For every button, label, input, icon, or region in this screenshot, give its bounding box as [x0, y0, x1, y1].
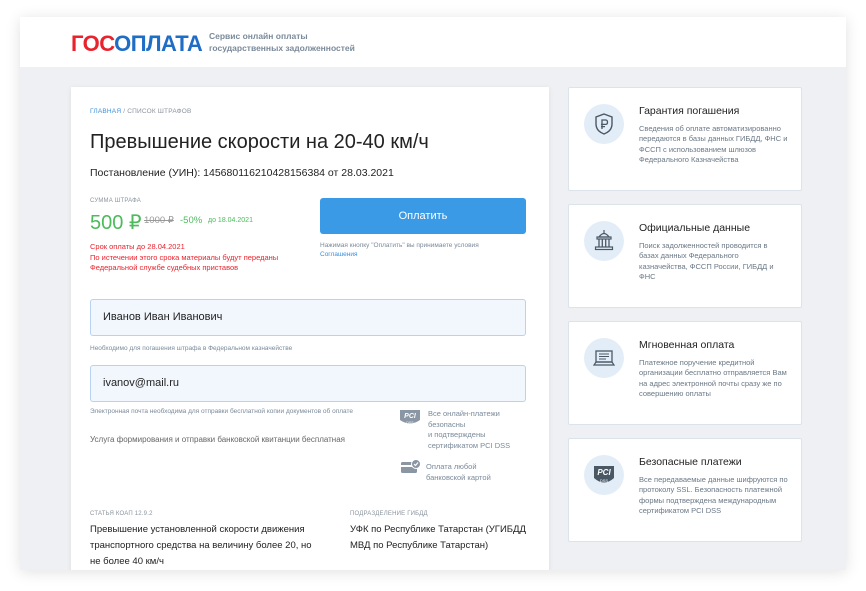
discount-until-date: до 18.04.2021	[208, 217, 253, 224]
pci-security-note: Все онлайн-платежи безопасны и подтвержд…	[428, 409, 528, 451]
svg-text:DSS: DSS	[600, 478, 609, 483]
feature-title: Официальные данные	[639, 222, 751, 234]
pci-dss-icon: PCI DSS	[400, 410, 420, 425]
pci-note-line-2: безопасны	[428, 419, 466, 429]
feature-card-official-data: Официальные данные Поиск задолженностей …	[568, 204, 802, 308]
email-hint: Электронная почта необходима для отправк…	[90, 408, 353, 415]
site-header: ГОСОПЛАТА Сервис онлайн оплаты государст…	[20, 17, 846, 67]
pci-note-line-1: Все онлайн-платежи	[428, 409, 500, 418]
feature-title: Мгновенная оплата	[639, 339, 735, 351]
card-payment-note: Оплата любой банковской картой	[426, 462, 526, 483]
feature-icon-circle	[584, 338, 624, 378]
article-label: СТАТЬЯ КОАП 12.9.2	[90, 511, 153, 517]
full-name-input[interactable]: Иванов Иван Иванович	[90, 299, 526, 336]
logo-part-oplata: ОПЛАТА	[114, 31, 203, 56]
feature-title: Гарантия погашения	[639, 105, 740, 117]
feature-title: Безопасные платежи	[639, 456, 742, 468]
full-name-hint: Необходимо для погашения штрафа в Федера…	[90, 345, 293, 352]
pci-note-line-4: сертификатом PCI DSS	[428, 440, 511, 450]
card-note-line-1: Оплата любой	[426, 462, 477, 471]
deadline-line-1: Срок оплаты до 28.04.2021	[90, 242, 185, 251]
pay-button[interactable]: Оплатить	[320, 198, 526, 234]
breadcrumb-home-link[interactable]: ГЛАВНАЯ	[90, 108, 121, 115]
feature-description: Платежное поручение кредитной организаци…	[639, 358, 787, 398]
feature-icon-circle	[584, 104, 624, 144]
resolution-number: Постановление (УИН): 1456801162104281563…	[90, 167, 394, 179]
laptop-document-icon	[592, 350, 616, 366]
fine-old-price: 1000 ₽	[144, 215, 174, 226]
department-text: УФК по Республике Татарстан (УГИБДД МВД …	[350, 524, 526, 551]
site-logo[interactable]: ГОСОПЛАТА	[71, 31, 203, 57]
feature-card-secure-payments: PCI DSS Безопасные платежи Все передавае…	[568, 438, 802, 542]
page-frame: ГОСОПЛАТА Сервис онлайн оплаты государст…	[20, 17, 846, 570]
pay-terms-text: Нажимая кнопку "Оплатить" вы принимаете …	[320, 242, 479, 249]
fine-sum-label: СУММА ШТРАФА	[90, 198, 142, 204]
email-input[interactable]: ivanov@mail.ru	[90, 365, 526, 402]
svg-text:DSS: DSS	[406, 421, 414, 425]
deadline-line-3: Федеральной службе судебных приставов	[90, 263, 239, 272]
site-tagline: Сервис онлайн оплаты государственных зад…	[209, 31, 355, 54]
deadline-line-2: По истечении этого срока материалы будут…	[90, 252, 279, 262]
pci-dss-icon: PCI DSS	[594, 466, 614, 483]
payment-deadline-warning: Срок оплаты до 28.04.2021 По истечении э…	[90, 242, 320, 274]
pay-terms-note: Нажимая кнопку "Оплатить" вы принимаете …	[320, 241, 530, 259]
breadcrumb: ГЛАВНАЯ / СПИСОК ШТРАФОВ	[90, 108, 192, 115]
svg-text:PCI: PCI	[597, 468, 611, 477]
free-receipt-note: Услуга формирования и отправки банковско…	[90, 435, 346, 444]
card-note-line-2: банковской картой	[426, 472, 491, 482]
agreement-link[interactable]: Соглашения	[320, 250, 530, 259]
pci-note-line-3: и подтверждены	[428, 430, 486, 439]
article-text: Превышение установленной скорости движен…	[90, 524, 312, 567]
feature-icon-circle: PCI DSS	[584, 455, 624, 495]
breadcrumb-current: СПИСОК ШТРАФОВ	[127, 108, 192, 115]
page-title: Превышение скорости на 20-40 км/ч	[90, 131, 429, 153]
feature-description: Поиск задолженностей проводится в базах …	[639, 241, 774, 281]
tagline-line-2: государственных задолженностей	[209, 42, 355, 53]
feature-card-guarantee: Гарантия погашения Сведения об оплате ав…	[568, 87, 802, 191]
fine-price: 500 ₽	[90, 212, 142, 234]
feature-card-instant-payment: Мгновенная оплата Платежное поручение кр…	[568, 321, 802, 425]
government-building-icon	[594, 230, 614, 251]
feature-description: Сведения об оплате автоматизированно пер…	[639, 124, 788, 164]
fine-details-panel: ГЛАВНАЯ / СПИСОК ШТРАФОВ Превышение скор…	[71, 87, 549, 570]
feature-description: Все передаваемые данные шифруются по про…	[639, 475, 788, 515]
department-label: ПОДРАЗДЕЛЕНИЕ ГИБДД	[350, 511, 428, 517]
svg-text:PCI: PCI	[404, 413, 417, 420]
fine-discount: -50%	[180, 215, 203, 226]
tagline-line-1: Сервис онлайн оплаты	[209, 31, 308, 41]
ruble-shield-icon	[595, 113, 613, 135]
feature-icon-circle	[584, 221, 624, 261]
logo-part-gos: ГОС	[71, 31, 115, 56]
bank-card-check-icon	[401, 459, 421, 473]
